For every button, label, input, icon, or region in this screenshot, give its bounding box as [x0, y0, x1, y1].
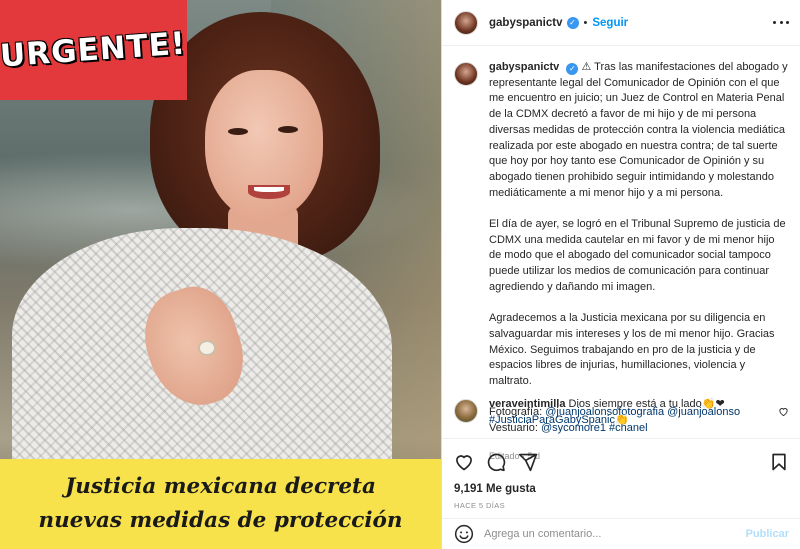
post-image[interactable]: URGENTE! Justicia mexicana decreta nueva… — [0, 0, 441, 549]
bookmark-icon[interactable] — [769, 452, 789, 472]
caption-text-1: ⚠ Tras las manifestaciones del abogado y… — [489, 61, 788, 199]
caption-avatar[interactable] — [454, 62, 478, 86]
caption-paragraph-1: gabyspanictv ✓ ⚠ Tras las manifestacione… — [489, 60, 789, 201]
share-icon[interactable] — [518, 452, 538, 472]
header-separator: • — [583, 16, 588, 29]
ring — [198, 340, 216, 356]
verified-badge-icon: ✓ — [566, 62, 579, 75]
comment-hashtag[interactable]: #JusticiaParaGabySpanic👏 — [489, 414, 629, 426]
urgent-banner: URGENTE! — [0, 0, 188, 100]
comment-input[interactable] — [484, 528, 746, 540]
commenter-username[interactable]: veraveintimilla — [489, 398, 565, 410]
comment-text: Dios siempre está a tu lado👏❤ — [568, 398, 725, 410]
post-time-ago: HACE 5 DÍAS — [454, 501, 506, 510]
caption-paragraph-2: El día de ayer, se logró en el Tribunal … — [489, 218, 786, 293]
post-side-panel: gabyspanictv ✓ • Seguir gabyspanictv ✓ ⚠… — [441, 0, 800, 549]
author-username[interactable]: gabyspanictv — [489, 17, 563, 29]
post-header: gabyspanictv ✓ • Seguir — [442, 0, 800, 46]
commenter-avatar[interactable] — [454, 399, 478, 423]
follow-button[interactable]: Seguir — [592, 17, 628, 29]
caption-paragraph-3: Agradecemos a la Justicia mexicana por s… — [489, 312, 775, 388]
comment-like-icon[interactable] — [778, 406, 789, 417]
headline-box: Justicia mexicana decreta nuevas medidas… — [0, 459, 441, 549]
like-icon[interactable] — [454, 452, 474, 472]
emoji-icon[interactable] — [454, 524, 474, 544]
author-avatar[interactable] — [454, 10, 478, 35]
add-comment-bar: Publicar — [442, 518, 800, 549]
woman-smile — [248, 185, 290, 199]
likes-count[interactable]: 9,191 Me gusta — [454, 483, 536, 495]
publish-button[interactable]: Publicar — [746, 528, 789, 540]
woman-eye-left — [228, 128, 248, 135]
comment-body: veraveintimilla Dios siempre está a tu l… — [489, 397, 779, 428]
headline-line-1: Justicia mexicana decreta — [65, 474, 376, 499]
caption-username[interactable]: gabyspanictv — [489, 61, 559, 73]
action-icons — [454, 452, 538, 472]
more-options-icon[interactable] — [773, 16, 789, 28]
verified-badge-icon: ✓ — [566, 16, 579, 29]
comment-item: veraveintimilla Dios siempre está a tu l… — [454, 397, 799, 428]
woman-eye-right — [278, 126, 298, 133]
urgent-text: URGENTE! — [0, 25, 188, 75]
headline-line-2: nuevas medidas de protección — [38, 508, 403, 533]
comment-icon[interactable] — [486, 452, 506, 472]
